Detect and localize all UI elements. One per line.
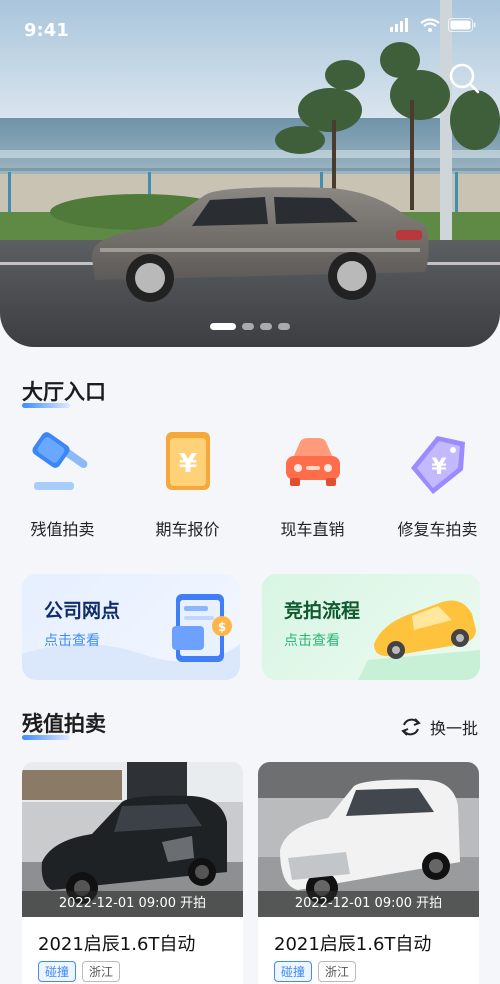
- gavel-icon: [31, 432, 87, 490]
- wifi-icon: [420, 18, 440, 32]
- bidding-process-card[interactable]: 竞拍流程 点击查看: [262, 574, 480, 680]
- signal-icon: [390, 18, 408, 32]
- auction-section-title: 残值拍卖: [22, 708, 106, 740]
- hall-section-title: 大厅入口: [22, 376, 106, 408]
- car-illustration: [358, 600, 480, 680]
- region-tag: 浙江: [318, 961, 357, 982]
- auction-start-time: 2022-12-01 09:00 开拍: [258, 891, 479, 917]
- refresh-button[interactable]: 换一批: [400, 715, 478, 739]
- damage-tag: 碰撞: [38, 961, 77, 982]
- yuan-tag-icon: ¥: [410, 436, 465, 494]
- entry-car-direct-sale[interactable]: 现车直销: [250, 428, 375, 540]
- auction-start-time: 2022-12-01 09:00 开拍: [22, 891, 243, 917]
- phone-illustration: $: [22, 594, 240, 680]
- entry-repaired-auction[interactable]: ¥ 修复车拍卖: [375, 428, 500, 540]
- svg-text:$: $: [218, 620, 226, 634]
- refresh-icon: [401, 718, 421, 736]
- refresh-label: 换一批: [429, 719, 478, 738]
- entry-futures-quote[interactable]: ¥ 期车报价: [125, 428, 250, 540]
- yuan-document-icon: ¥: [165, 432, 210, 490]
- auction-car-card[interactable]: 2022-12-01 09:00 开拍 2021启辰1.6T自动 碰撞 浙江: [22, 762, 243, 984]
- status-time: 9:41: [24, 20, 69, 41]
- svg-text:¥: ¥: [178, 449, 196, 479]
- company-outlets-card[interactable]: $ 公司网点 点击查看: [22, 574, 240, 680]
- carousel-dot[interactable]: [278, 323, 290, 330]
- auction-car-card[interactable]: 2022-12-01 09:00 开拍 2021启辰1.6T自动 碰撞 浙江: [258, 762, 479, 984]
- battery-icon: [448, 18, 476, 32]
- region-tag: 浙江: [82, 961, 121, 982]
- carousel-dot[interactable]: [260, 323, 272, 330]
- svg-text:¥: ¥: [431, 455, 447, 480]
- car-name: 2021启辰1.6T自动: [274, 934, 432, 955]
- car-icon: [285, 438, 340, 486]
- carousel-dot[interactable]: [242, 323, 254, 330]
- status-bar: 9:41: [0, 0, 500, 60]
- carousel-indicator[interactable]: [0, 323, 500, 330]
- hero-banner[interactable]: 9:41: [0, 0, 500, 347]
- entry-residual-auction[interactable]: 残值拍卖: [0, 428, 125, 540]
- hall-entries: 残值拍卖 ¥ 期车报价 现车直销 ¥ 修复车拍卖: [0, 428, 500, 540]
- carousel-dot[interactable]: [210, 323, 236, 330]
- damage-tag: 碰撞: [274, 961, 313, 982]
- search-icon[interactable]: [447, 61, 481, 95]
- car-name: 2021启辰1.6T自动: [38, 934, 196, 955]
